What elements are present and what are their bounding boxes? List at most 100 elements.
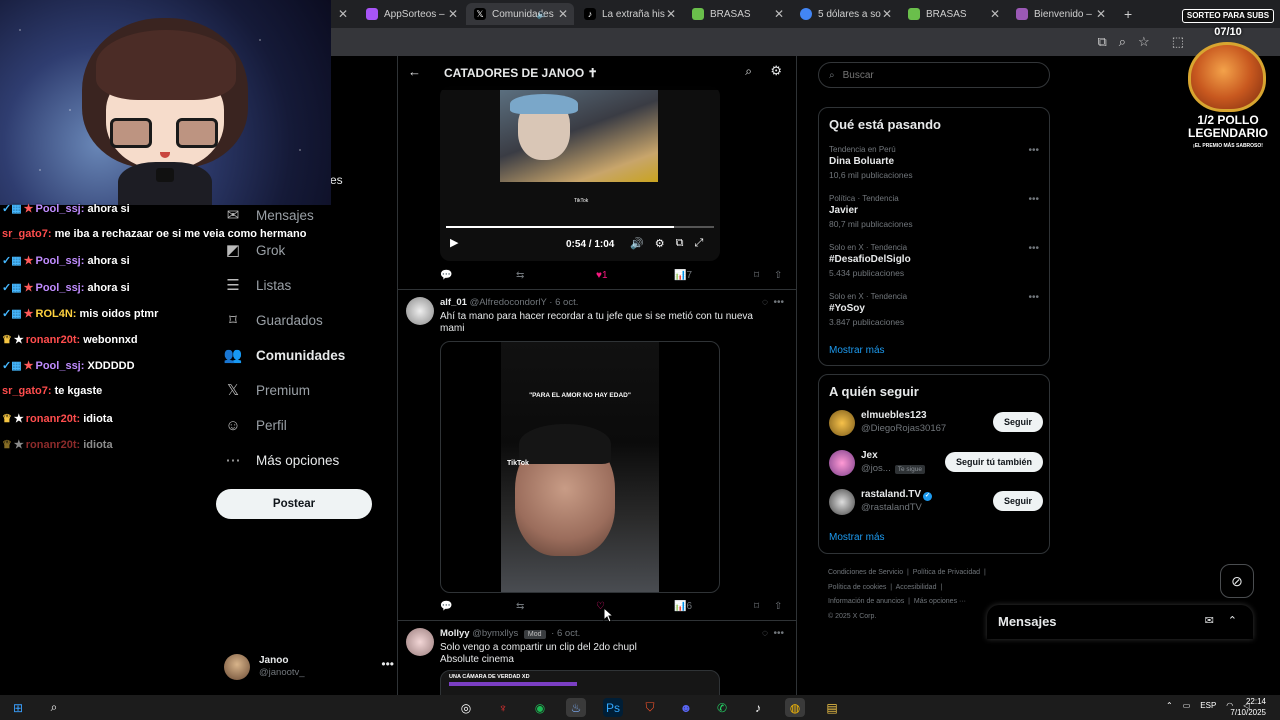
more-dots-icon[interactable]: ••• (1028, 145, 1039, 156)
post-text: Ahí ta mano para hacer recordar a tu jef… (440, 311, 753, 334)
reply-icon[interactable]: 💬 (440, 601, 452, 612)
discord-icon[interactable]: ☻ (676, 698, 696, 717)
tab-bienvenido[interactable]: Bienvenido – ✕ (1008, 3, 1112, 25)
trend-item[interactable]: Tendencia en Perú Dina Boluarte 10,6 mil… (829, 145, 1043, 180)
language-indicator[interactable]: ESP (1200, 701, 1216, 710)
close-tab-icon[interactable]: ✕ (882, 7, 892, 21)
new-message-icon[interactable]: ✉ (1205, 614, 1214, 627)
share-icon[interactable]: ⇧ (774, 270, 782, 281)
close-tab-icon[interactable]: ✕ (990, 7, 1000, 21)
follow-button[interactable]: Seguir (992, 412, 1043, 432)
video-progress-bar[interactable] (446, 226, 714, 228)
play-icon[interactable]: ▶ (450, 236, 458, 249)
more-dots-icon[interactable]: ••• (381, 657, 394, 671)
grok-icon[interactable]: ◌ (762, 297, 768, 308)
show-more-link[interactable]: Mostrar más (829, 345, 885, 356)
repost-icon[interactable]: ⇆ (516, 270, 524, 281)
tab-tiktok[interactable]: ♪ La extraña his ✕ (576, 3, 682, 25)
close-tab-icon[interactable]: ✕ (1096, 7, 1106, 21)
tiktok-icon[interactable]: ♪ (748, 698, 768, 717)
install-app-icon[interactable]: ⧉ (1097, 34, 1106, 50)
like-button[interactable]: ♥ 1 (596, 270, 608, 281)
more-dots-icon[interactable]: ••• (1028, 243, 1039, 254)
chrome-icon[interactable]: ◍ (785, 698, 805, 717)
trend-count: 10,6 mil publicaciones (829, 170, 913, 180)
tab-brasas-2[interactable]: BRASAS ✕ (900, 3, 1006, 25)
bookmark-icon[interactable]: ⌑ (754, 601, 759, 612)
expand-icon[interactable]: ⌃ (1228, 614, 1237, 627)
follow-button[interactable]: Seguir (992, 491, 1043, 511)
tab-appsorteos[interactable]: AppSorteos – ✕ (358, 3, 464, 25)
more-dots-icon[interactable]: ••• (773, 297, 784, 308)
search-icon[interactable]: ⌕ (44, 698, 64, 717)
new-tab-button[interactable]: + (1116, 3, 1136, 25)
brasas-favicon-icon (692, 8, 704, 20)
network-icon[interactable]: ▭ (1183, 701, 1191, 710)
bookmark-star-icon[interactable]: ☆ (1138, 34, 1150, 50)
post-button[interactable]: Postear (216, 489, 372, 519)
gear-icon[interactable]: ⚙ (770, 63, 782, 79)
close-tab-icon[interactable]: ✕ (558, 7, 568, 21)
zoom-icon[interactable]: ⌕ (1119, 34, 1126, 50)
close-tab-icon[interactable]: ✕ (774, 7, 784, 21)
close-tab-icon[interactable]: ✕ (666, 7, 676, 21)
grok-icon[interactable]: ◌ (762, 628, 768, 639)
footer-link[interactable]: Política de cookies (828, 584, 886, 591)
back-arrow-icon[interactable]: ← (408, 64, 421, 79)
search-icon[interactable]: ⌕ (745, 64, 752, 79)
spotify-icon[interactable]: ◉ (530, 698, 550, 717)
steam-icon[interactable]: ♨ (566, 698, 586, 717)
messages-drawer[interactable]: Mensajes ✉ ⌃ (987, 605, 1253, 639)
chevron-up-icon[interactable]: ⌃ (1166, 701, 1173, 710)
search-box[interactable]: ⌕ (818, 62, 1050, 88)
author-name[interactable]: alf_01 (440, 297, 467, 308)
account-switcher[interactable]: Janoo @janootv_ ••• (224, 652, 394, 682)
fullscreen-icon[interactable]: ⤢ (694, 237, 703, 250)
tab-comunidades[interactable]: 𝕏 Comunidades 🔈 ✕ (466, 3, 574, 25)
footer-link[interactable]: Más opciones ··· (914, 598, 966, 605)
tab-5-dolares[interactable]: 5 dólares a so ✕ (792, 3, 898, 25)
app-icon[interactable]: ♆ (493, 698, 513, 717)
video-player[interactable]: TikTok ▶ 0:54 / 1:04 🔊 ⚙ ⧉ ⤢ (440, 86, 720, 261)
settings-icon[interactable]: ⚙ (655, 237, 665, 250)
follow-item[interactable]: rastaland.TV ✓ @rastalandTV Seguir (829, 487, 1043, 517)
follow-item[interactable]: Jex @jos... Te sigue Seguir tú también (829, 448, 1043, 478)
pip-icon[interactable]: ⧉ (676, 237, 684, 250)
views-stat[interactable]: 📊 7 (674, 270, 692, 281)
footer-link[interactable]: Condiciones de Servicio (828, 569, 903, 576)
video-player[interactable]: "PARA EL AMOR NO HAY EDAD" TikTok (440, 341, 720, 593)
share-icon[interactable]: ⇧ (774, 601, 782, 612)
whatsapp-icon[interactable]: ✆ (712, 698, 732, 717)
photoshop-icon[interactable]: Ps (603, 698, 623, 717)
trend-item[interactable]: Solo en X · Tendencia #DesafioDelSiglo 5… (829, 243, 1043, 278)
search-input[interactable] (842, 69, 1023, 81)
follow-item[interactable]: elmuebles123 @DiegoRojas30167 Seguir (829, 408, 1043, 438)
views-stat[interactable]: 📊 6 (674, 601, 692, 612)
author-name[interactable]: Mollyy (440, 628, 470, 639)
repost-icon[interactable]: ⇆ (516, 601, 524, 612)
windows-start-icon[interactable]: ⊞ (8, 698, 28, 717)
show-more-link[interactable]: Mostrar más (829, 532, 885, 543)
footer-link[interactable]: Accesibilidad (896, 584, 937, 591)
bookmark-icon[interactable]: ⌑ (754, 270, 759, 281)
tab-brasas-1[interactable]: BRASAS ✕ (684, 3, 790, 25)
file-explorer-icon[interactable]: ▤ (822, 698, 842, 717)
trend-item[interactable]: Solo en X · Tendencia #YoSoy 3.847 publi… (829, 292, 1043, 327)
obs-icon[interactable]: ◎ (456, 698, 476, 717)
reply-icon[interactable]: 💬 (440, 270, 452, 281)
footer-link[interactable]: Información de anuncios (828, 598, 904, 605)
more-dots-icon[interactable]: ••• (1028, 194, 1039, 205)
tab-audio-icon[interactable]: 🔈 (537, 9, 548, 20)
follow-back-button[interactable]: Seguir tú también (944, 452, 1043, 472)
more-dots-icon[interactable]: ••• (773, 628, 784, 639)
clock[interactable]: 22:14 7/10/2025 (1230, 696, 1266, 718)
grok-button[interactable]: ⊘ (1220, 564, 1254, 598)
tab-close-partial[interactable]: ✕ (336, 3, 350, 25)
brave-icon[interactable]: ⛉ (640, 698, 660, 717)
trend-item[interactable]: Política · Tendencia Javier 80,7 mil pub… (829, 194, 1043, 229)
video-player[interactable]: UNA CÁMARA DE VERDAD XD (440, 670, 720, 695)
more-dots-icon[interactable]: ••• (1028, 292, 1039, 303)
close-tab-icon[interactable]: ✕ (448, 7, 458, 21)
footer-link[interactable]: Política de Privacidad (913, 569, 980, 576)
volume-icon[interactable]: 🔊 (630, 237, 644, 250)
